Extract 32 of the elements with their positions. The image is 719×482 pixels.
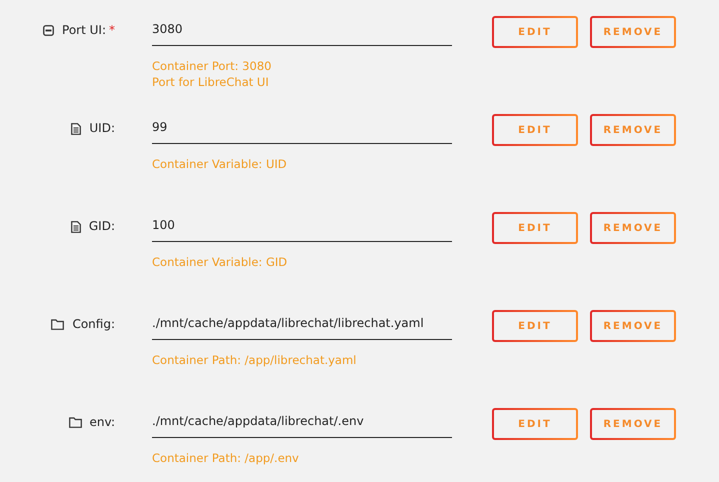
field-note: Container Variable: UID: [152, 156, 288, 172]
remove-button[interactable]: REMOVE: [590, 212, 676, 244]
field-label: GID:: [88, 219, 115, 233]
field-label: UID:: [89, 121, 115, 135]
field-label: Config:: [72, 317, 115, 331]
remove-button[interactable]: REMOVE: [590, 408, 676, 440]
field-note: Container Port: 3080: [152, 58, 272, 74]
field-note: Container Path: /app/.env: [152, 450, 300, 466]
remove-button[interactable]: REMOVE: [590, 16, 676, 48]
input-field[interactable]: ./mnt/cache/appdata/librechat/.env: [152, 408, 452, 438]
field-label: Port UI:: [62, 23, 106, 37]
edit-button[interactable]: EDIT: [492, 212, 578, 244]
field-note: Container Path: /app/librechat.yaml: [152, 352, 358, 368]
field-note: Container Variable: GID: [152, 254, 288, 270]
edit-button[interactable]: EDIT: [492, 310, 578, 342]
field-label: env:: [90, 415, 115, 429]
edit-button[interactable]: EDIT: [492, 16, 578, 48]
input-field[interactable]: 3080: [152, 16, 452, 46]
input-field[interactable]: 100: [152, 212, 452, 242]
collapse-icon[interactable]: [43, 25, 54, 36]
edit-button[interactable]: EDIT: [492, 114, 578, 146]
required-marker: *: [109, 23, 115, 37]
folder-icon: [68, 417, 82, 428]
field-note: Port for LibreChat UI: [152, 74, 270, 90]
remove-button[interactable]: REMOVE: [590, 114, 676, 146]
edit-button[interactable]: EDIT: [492, 408, 578, 440]
input-field[interactable]: ./mnt/cache/appdata/librechat/librechat.yaml: [152, 310, 452, 340]
document-icon: [70, 221, 81, 233]
remove-button[interactable]: REMOVE: [590, 310, 676, 342]
input-field[interactable]: 99: [152, 114, 452, 144]
document-icon: [71, 123, 82, 135]
folder-icon: [51, 319, 64, 330]
